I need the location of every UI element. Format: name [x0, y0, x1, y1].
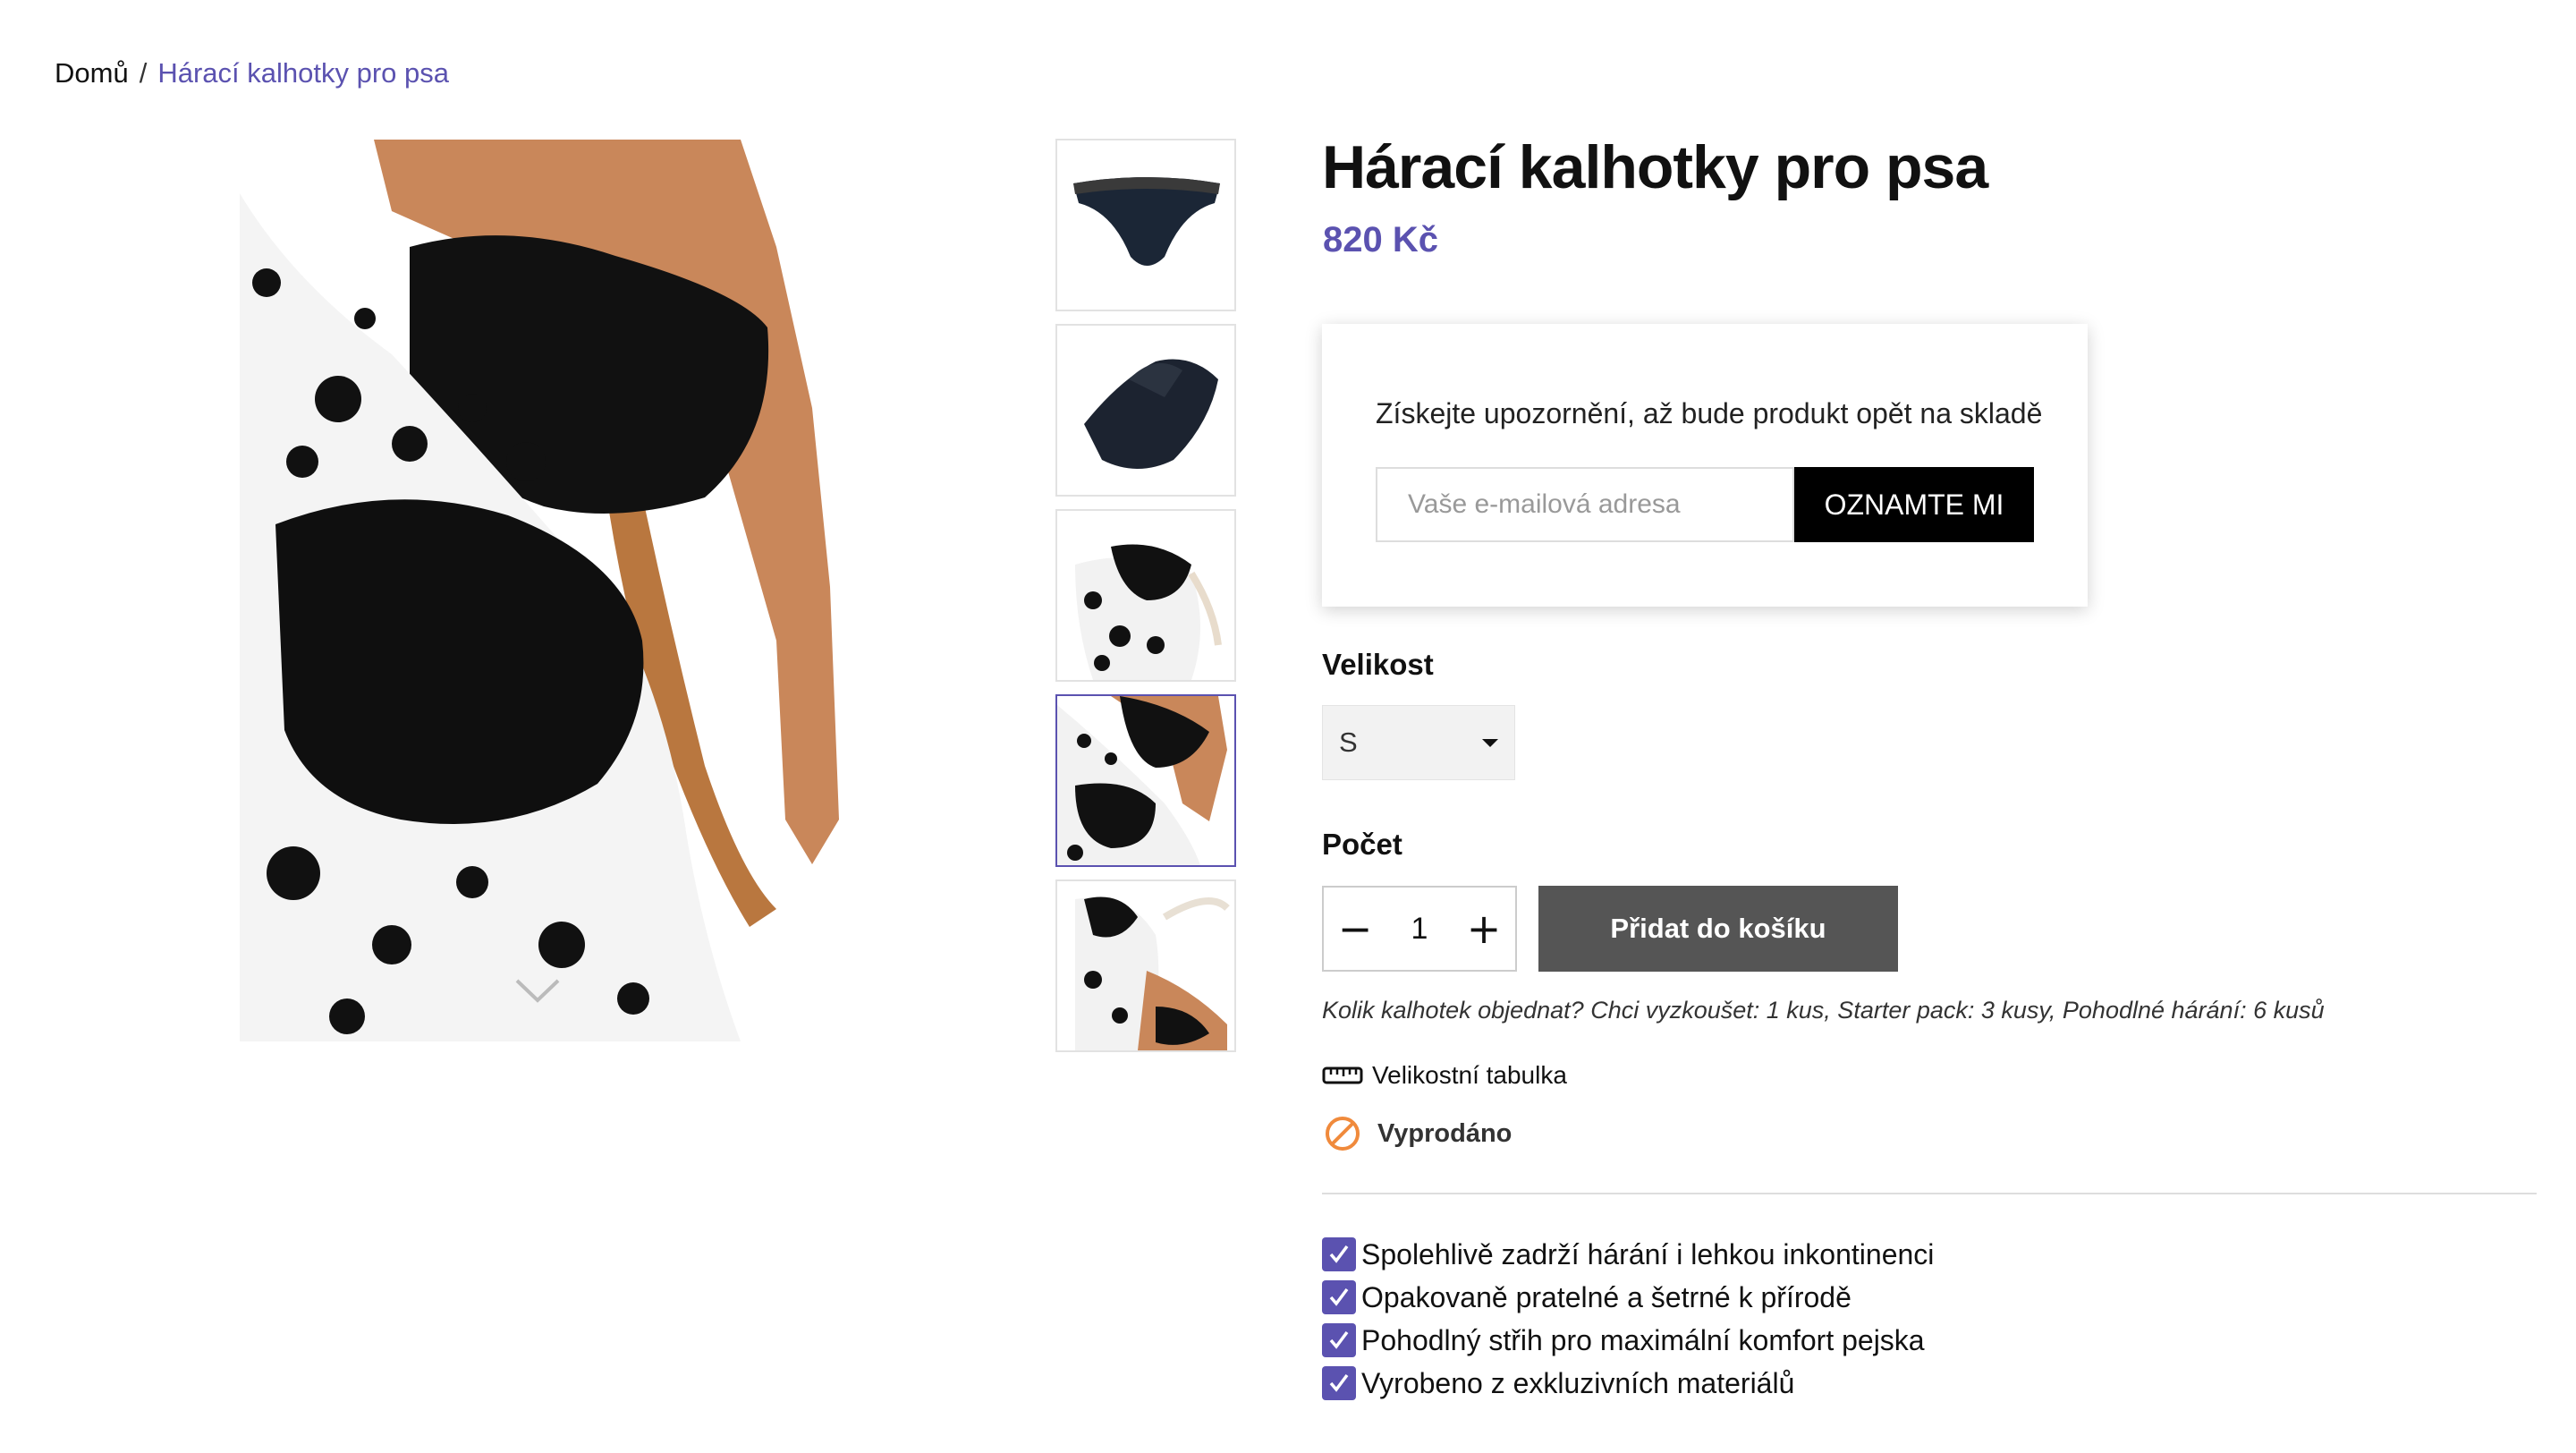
add-to-cart-button[interactable]: Přidat do košíku [1538, 886, 1898, 972]
stock-status: Vyprodáno [1324, 1115, 1512, 1152]
restock-notify-text: Získejte upozornění, až bude produkt opě… [1376, 397, 2043, 429]
thumbnail-2[interactable] [1055, 324, 1236, 497]
order-hint: Kolik kalhotek objednat? Chci vyzkoušet:… [1322, 997, 2325, 1024]
check-icon [1322, 1366, 1356, 1400]
quantity-decrease-button[interactable]: − [1324, 888, 1386, 970]
quantity-label: Počet [1322, 828, 1402, 861]
soldout-icon [1326, 1117, 1360, 1151]
divider [1322, 1193, 2537, 1194]
email-input[interactable] [1376, 467, 1794, 542]
thumbnail-4[interactable] [1055, 694, 1236, 867]
quantity-stepper: − 1 + [1322, 886, 1517, 972]
size-chart-link[interactable]: Velikostní tabulka [1322, 1061, 1567, 1090]
quantity-increase-button[interactable]: + [1453, 888, 1515, 970]
thumbnail-1[interactable] [1055, 139, 1236, 311]
ruler-icon [1322, 1066, 1363, 1084]
caret-down-icon [1482, 738, 1498, 747]
feature-list: Spolehlivě zadrží hárání i lehkou inkont… [1322, 1233, 1934, 1405]
check-icon [1322, 1323, 1356, 1357]
stock-status-text: Vyprodáno [1377, 1118, 1513, 1148]
notify-me-button[interactable]: OZNAMTE MI [1794, 467, 2034, 542]
feature-text: Vyrobeno z exkluzivních materiálů [1361, 1366, 1795, 1399]
thumbnail-list [1055, 139, 1236, 1065]
breadcrumb-current: Hárací kalhotky pro psa [157, 57, 449, 89]
breadcrumb-home-link[interactable]: Domů [55, 57, 129, 89]
feature-item: Pohodlný střih pro maximální komfort pej… [1322, 1319, 1934, 1362]
feature-text: Spolehlivě zadrží hárání i lehkou inkont… [1361, 1237, 1935, 1270]
breadcrumb-separator: / [139, 57, 148, 89]
feature-text: Opakovaně pratelné a šetrné k přírodě [1361, 1280, 1852, 1313]
size-selected-value: S [1339, 726, 1358, 758]
main-product-image[interactable] [240, 140, 841, 1041]
size-label: Velikost [1322, 648, 1434, 681]
size-select[interactable]: S [1322, 705, 1515, 780]
feature-item: Vyrobeno z exkluzivních materiálů [1322, 1362, 1934, 1405]
product-price: 820 Kč [1323, 220, 1438, 259]
feature-text: Pohodlný střih pro maximální komfort pej… [1361, 1323, 1925, 1356]
chevron-down-icon[interactable] [513, 975, 562, 1006]
thumbnail-5[interactable] [1055, 879, 1236, 1052]
check-icon [1322, 1237, 1356, 1271]
check-icon [1322, 1280, 1356, 1314]
breadcrumb: Domů / Hárací kalhotky pro psa [55, 57, 449, 89]
feature-item: Opakovaně pratelné a šetrné k přírodě [1322, 1276, 1934, 1319]
quantity-value[interactable]: 1 [1393, 912, 1446, 947]
restock-notify-box: Získejte upozornění, až bude produkt opě… [1322, 324, 2088, 607]
thumbnail-3[interactable] [1055, 509, 1236, 682]
size-chart-label: Velikostní tabulka [1372, 1061, 1567, 1089]
product-title: Hárací kalhotky pro psa [1322, 133, 1988, 201]
feature-item: Spolehlivě zadrží hárání i lehkou inkont… [1322, 1233, 1934, 1276]
